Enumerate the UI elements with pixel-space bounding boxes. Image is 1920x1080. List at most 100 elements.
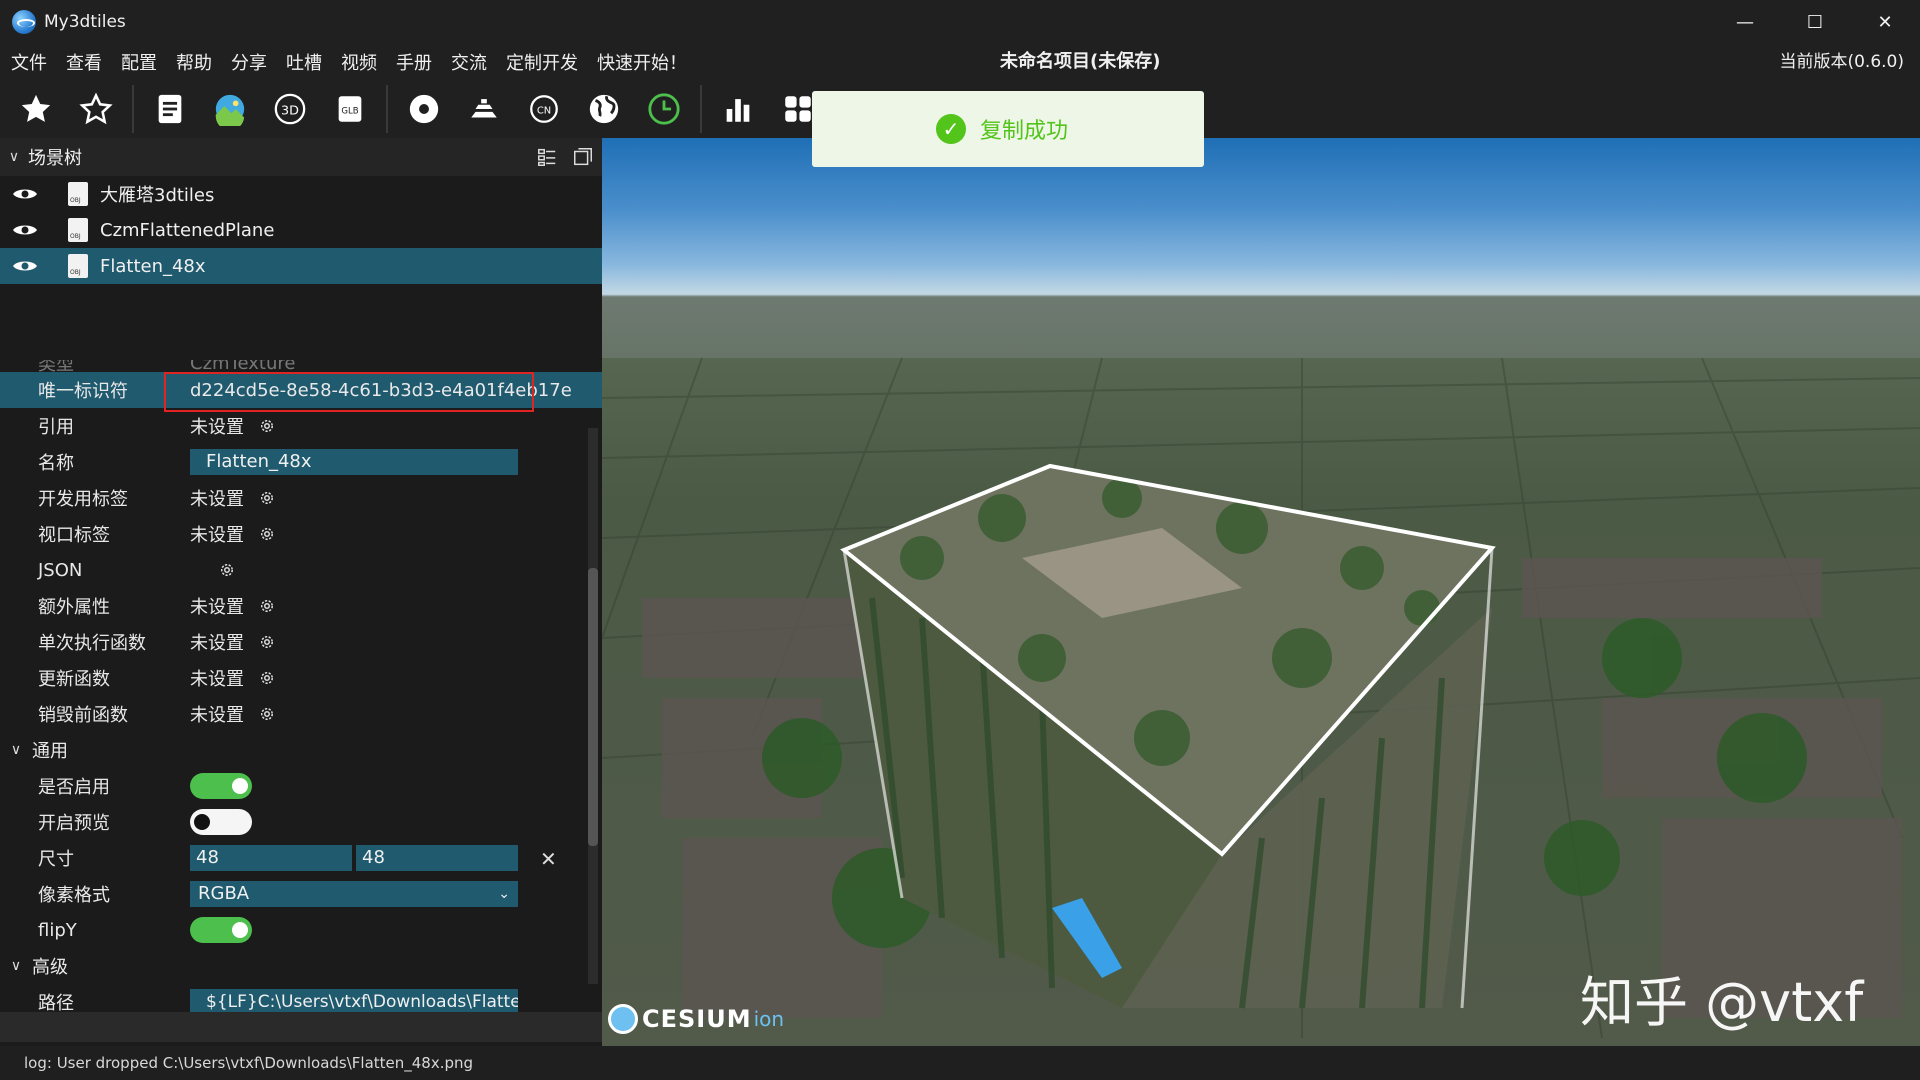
star-filled-icon[interactable] bbox=[12, 85, 60, 133]
menu-manual[interactable]: 手册 bbox=[385, 49, 440, 75]
glb-icon[interactable]: GLB bbox=[326, 85, 374, 133]
size-height-input[interactable]: 48 bbox=[356, 845, 518, 871]
menu-community[interactable]: 交流 bbox=[440, 49, 495, 75]
highlight-box bbox=[164, 372, 534, 412]
menu-video[interactable]: 视频 bbox=[330, 49, 385, 75]
svg-text:CN: CN bbox=[537, 105, 551, 116]
prop-label: 尺寸 bbox=[38, 849, 74, 870]
scrollbar-thumb[interactable] bbox=[588, 568, 598, 846]
enabled-toggle[interactable] bbox=[190, 773, 252, 799]
section-advanced[interactable]: ∨ 高级 bbox=[0, 948, 602, 984]
3d-viewport[interactable]: CESIUM ion 知乎 @vtxf bbox=[602, 138, 1920, 1046]
name-input[interactable]: Flatten_48x bbox=[190, 449, 518, 475]
star-outline-icon[interactable] bbox=[72, 85, 120, 133]
menu-config[interactable]: 配置 bbox=[110, 49, 165, 75]
obj-file-icon bbox=[68, 218, 88, 242]
3d-icon[interactable]: 3D bbox=[266, 85, 314, 133]
prop-row-flipy: flipY bbox=[0, 912, 602, 948]
toolbar-separator bbox=[132, 85, 134, 133]
prop-value: 未设置 bbox=[190, 629, 276, 655]
pixel-format-select[interactable]: RGBA ⌄ bbox=[190, 881, 518, 907]
menu-custom-dev[interactable]: 定制开发 bbox=[495, 49, 586, 75]
cn-icon[interactable]: CN bbox=[520, 85, 568, 133]
gear-icon[interactable] bbox=[258, 417, 276, 435]
tree-item[interactable]: 大雁塔3dtiles bbox=[0, 176, 602, 212]
layers-icon[interactable] bbox=[460, 85, 508, 133]
cesium-logo[interactable]: CESIUM ion bbox=[608, 1004, 784, 1034]
close-button[interactable]: ✕ bbox=[1850, 0, 1920, 44]
scene-tree-tools bbox=[536, 138, 594, 176]
bar-chart-icon[interactable] bbox=[714, 85, 762, 133]
prop-value-text: 未设置 bbox=[190, 417, 244, 438]
prop-label: 像素格式 bbox=[38, 885, 110, 906]
eye-icon[interactable] bbox=[12, 258, 38, 274]
image-icon[interactable] bbox=[206, 85, 254, 133]
prop-value-text: 未设置 bbox=[190, 525, 244, 546]
prop-row-uuid: 唯一标识符 d224cd5e-8e58-4c61-b3d3-e4a01f4eb1… bbox=[0, 372, 602, 412]
prop-label: 开发用标签 bbox=[38, 489, 128, 510]
menu-share[interactable]: 分享 bbox=[220, 49, 275, 75]
gear-icon[interactable] bbox=[258, 489, 276, 507]
size-width-input[interactable]: 48 bbox=[190, 845, 352, 871]
tree-view-icon[interactable] bbox=[536, 146, 558, 168]
prop-row-size: 尺寸 48 48 ✕ bbox=[0, 840, 602, 876]
gear-icon[interactable] bbox=[258, 633, 276, 651]
gear-icon[interactable] bbox=[258, 597, 276, 615]
prop-value: 未设置 bbox=[190, 413, 276, 439]
menu-quick-start[interactable]: 快速开始！ bbox=[586, 49, 695, 75]
chevron-down-icon[interactable]: ∨ bbox=[0, 149, 28, 165]
prop-row-name: 名称 Flatten_48x bbox=[0, 444, 602, 480]
panel-footer bbox=[0, 1012, 602, 1042]
clock-icon[interactable] bbox=[640, 85, 688, 133]
maximize-button[interactable]: ☐ bbox=[1780, 0, 1850, 44]
prop-row-path: 路径 ${LF}C:\Users\vtxf\Downloads\Flatten_… bbox=[0, 984, 602, 1012]
flipy-toggle[interactable] bbox=[190, 917, 252, 943]
target-icon[interactable] bbox=[400, 85, 448, 133]
tree-item-label: 大雁塔3dtiles bbox=[100, 185, 215, 206]
cesium-ion-text: ion bbox=[753, 1007, 785, 1031]
gear-icon[interactable] bbox=[258, 669, 276, 687]
toast-text: 复制成功 bbox=[980, 119, 1069, 144]
menu-view[interactable]: 查看 bbox=[55, 49, 110, 75]
preview-toggle[interactable] bbox=[190, 809, 252, 835]
prop-label: 唯一标识符 bbox=[38, 381, 128, 402]
prop-value: 未设置 bbox=[190, 701, 276, 727]
menu-file[interactable]: 文件 bbox=[0, 49, 55, 75]
tree-item[interactable]: CzmFlattenedPlane bbox=[0, 212, 602, 248]
status-log: log: User dropped C:\Users\vtxf\Download… bbox=[24, 1054, 474, 1072]
document-icon[interactable] bbox=[146, 85, 194, 133]
svg-text:3D: 3D bbox=[281, 104, 299, 119]
menu-feedback[interactable]: 吐槽 bbox=[275, 49, 330, 75]
scrollbar[interactable] bbox=[588, 428, 598, 984]
close-icon[interactable]: ✕ bbox=[540, 847, 557, 871]
prop-value-text: 未设置 bbox=[190, 489, 244, 510]
chevron-down-icon[interactable]: ∨ bbox=[0, 958, 32, 974]
scene-tree-header: ∨ 场景树 bbox=[0, 138, 602, 176]
chevron-down-icon: ⌄ bbox=[498, 886, 510, 902]
prop-label: 销毁前函数 bbox=[38, 705, 128, 726]
section-title: 通用 bbox=[32, 741, 68, 762]
tree-item-label: CzmFlattenedPlane bbox=[100, 219, 275, 241]
tree-item-selected[interactable]: Flatten_48x bbox=[0, 248, 602, 284]
gear-icon[interactable] bbox=[258, 525, 276, 543]
left-panel: ∨ 场景树 大雁塔3dtiles CzmFlattenedPlane Flatt… bbox=[0, 138, 602, 1046]
eye-icon[interactable] bbox=[12, 222, 38, 238]
menu-bar: 文件 查看 配置 帮助 分享 吐槽 视频 手册 交流 定制开发 快速开始！ 未命… bbox=[0, 44, 1920, 80]
collapse-icon[interactable] bbox=[572, 146, 594, 168]
gear-icon[interactable] bbox=[258, 705, 276, 723]
toolbar-separator bbox=[700, 85, 702, 133]
chevron-down-icon[interactable]: ∨ bbox=[0, 742, 32, 758]
eye-icon[interactable] bbox=[12, 186, 38, 202]
prop-value: 未设置 bbox=[190, 665, 276, 691]
svg-text:GLB: GLB bbox=[341, 106, 358, 116]
toast-notification: ✓ 复制成功 bbox=[812, 91, 1204, 167]
gear-icon[interactable] bbox=[218, 561, 236, 579]
prop-value: 未设置 bbox=[190, 593, 276, 619]
minimize-button[interactable]: — bbox=[1710, 0, 1780, 44]
menu-help[interactable]: 帮助 bbox=[165, 49, 220, 75]
section-general[interactable]: ∨ 通用 bbox=[0, 732, 602, 768]
path-input[interactable]: ${LF}C:\Users\vtxf\Downloads\Flatten_48x… bbox=[190, 989, 518, 1012]
prop-row-update: 更新函数 未设置 bbox=[0, 660, 602, 696]
globe-icon[interactable] bbox=[580, 85, 628, 133]
title-bar: My3dtiles — ☐ ✕ bbox=[0, 0, 1920, 44]
